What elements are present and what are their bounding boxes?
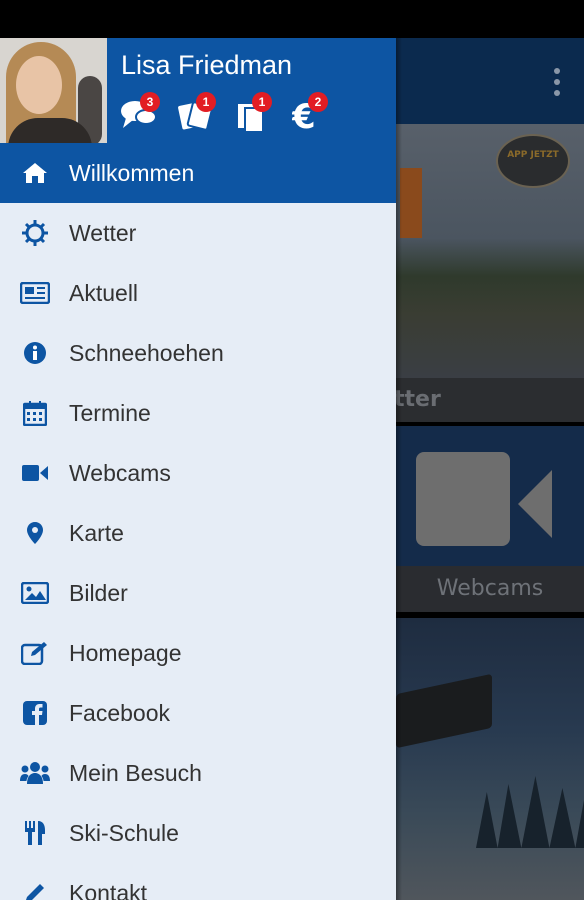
info-icon [20,338,50,368]
facebook-icon [20,698,50,728]
avatar[interactable] [0,38,107,143]
copy-badge: 1 [252,92,272,112]
video-camera-icon [416,452,510,546]
menu-item-label: Homepage [69,639,182,666]
cutlery-icon [20,818,50,848]
background-toolbar [396,38,584,124]
group-icon [20,758,50,788]
sun-icon [20,218,50,248]
trees [476,776,584,848]
camera-lens-shape [518,470,552,538]
edit-icon [20,638,50,668]
menu-item-willkommen[interactable]: Willkommen [0,143,396,203]
menu-item-label: Facebook [69,699,171,726]
menu-item-label: Aktuell [69,279,139,306]
menu-item-mein-besuch[interactable]: Mein Besuch [0,743,396,803]
webcams-tile[interactable]: Webcams [396,426,584,612]
copy-icon[interactable]: 1 [236,92,276,134]
menu-item-label: Mein Besuch [69,759,202,786]
menu-item-label: Webcams [69,459,171,486]
chat-icon[interactable]: 3 [120,92,160,134]
tile-caption-wetter[interactable]: tter [396,378,584,422]
tickets-badge: 1 [196,92,216,112]
overflow-menu-icon[interactable] [554,68,560,96]
event-logo: APP JETZT [496,134,570,188]
menu-item-webcams[interactable]: Webcams [0,443,396,503]
drawer-shadow [396,38,402,900]
menu-item-karte[interactable]: Karte [0,503,396,563]
menu-item-homepage[interactable]: Homepage [0,623,396,683]
menu-item-label: Karte [69,519,124,546]
menu-item-schneehoehen[interactable]: Schneehoehen [0,323,396,383]
menu-item-ski-schule[interactable]: Ski-Schule [0,803,396,863]
menu-item-label: Schneehoehen [69,339,224,366]
menu-item-bilder[interactable]: Bilder [0,563,396,623]
menu-item-wetter[interactable]: Wetter [0,203,396,263]
drawer-header: Lisa Friedman 3 1 1 € 2 [0,38,396,143]
euro-icon[interactable]: € 2 [292,92,332,134]
picture-icon [20,578,50,608]
event-photo: APP JETZT [396,124,584,378]
menu-item-label: Wetter [69,219,137,246]
menu-item-aktuell[interactable]: Aktuell [0,263,396,323]
newspaper-icon [20,278,50,308]
tickets-icon[interactable]: 1 [178,92,218,134]
home-icon [20,158,50,188]
menu-item-label: Ski-Schule [69,819,179,846]
map-marker-icon [20,518,50,548]
user-name: Lisa Friedman [121,50,293,80]
video-camera-icon [20,458,50,488]
background-app: APP JETZT tter Webcams [396,38,584,900]
status-bar [0,0,584,38]
calendar-icon [20,398,50,428]
caption-text: tter [396,387,441,412]
menu-item-label: Bilder [69,579,128,606]
menu-item-label: Termine [69,399,151,426]
menu-item-label: Willkommen [69,159,195,186]
navigation-drawer: Lisa Friedman 3 1 1 € 2 Willkommen Wette… [0,38,396,900]
flag-banner [400,168,422,238]
chat-badge: 3 [140,92,160,112]
menu-item-facebook[interactable]: Facebook [0,683,396,743]
drawer-menu: Willkommen Wetter Aktuell Schneehoehen T… [0,143,396,900]
menu-item-kontakt[interactable]: Kontakt [0,863,396,900]
snow-cannon [396,673,492,749]
menu-item-termine[interactable]: Termine [0,383,396,443]
snow-photo [396,618,584,900]
logo-text: APP JETZT [507,150,559,160]
webcams-tile-label: Webcams [396,566,584,612]
euro-badge: 2 [308,92,328,112]
pencil-icon [20,878,50,900]
menu-item-label: Kontakt [69,879,147,900]
